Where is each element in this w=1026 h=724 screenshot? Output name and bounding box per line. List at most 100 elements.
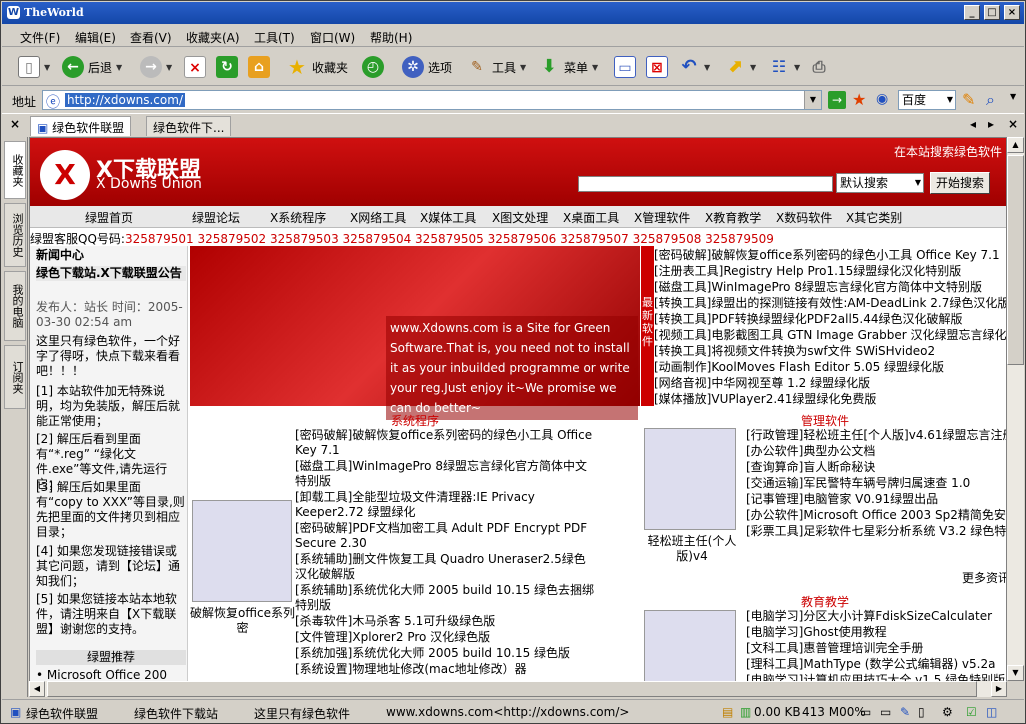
maximize-button[interactable]: □ [984, 5, 1000, 20]
list-item[interactable]: [行政管理]轻松班主任[个人版]v4.61绿盟忘言注册从 [746, 428, 1006, 443]
nav-desktop[interactable]: X桌面工具 [563, 209, 619, 226]
popup-icon[interactable]: ▭ [860, 705, 871, 719]
forward-button[interactable]: → ▼ [140, 53, 172, 81]
site-logo[interactable]: X [40, 150, 90, 200]
window-icon[interactable]: ▭ [880, 705, 891, 719]
list-item[interactable]: [密码破解]破解恢复office系列密码的绿色小工具 Office Key 7.… [654, 246, 1006, 262]
options-button[interactable]: ✲ 选项 [402, 53, 452, 81]
star-icon[interactable]: ★ [852, 90, 866, 109]
pen-icon[interactable]: ✎ [900, 705, 910, 719]
site-search-select[interactable]: 默认搜索 ▼ [836, 173, 924, 193]
scroll-left-icon[interactable]: ◀ [29, 681, 45, 697]
checkbox-icon[interactable]: ☑ [966, 705, 977, 719]
news-title[interactable]: 绿色下载站.X下载联盟公告 [36, 266, 186, 281]
menu-window[interactable]: 窗口(W) [310, 29, 355, 46]
go-icon[interactable]: → [828, 91, 846, 109]
menu-button[interactable]: ⬇ 菜单 ▼ [538, 53, 598, 81]
list-item[interactable]: [网络音视]中华网视至尊 1.2 绿盟绿化版 [654, 374, 1006, 390]
nav-media[interactable]: X媒体工具 [420, 209, 476, 226]
nav-forum[interactable]: 绿盟论坛 [192, 209, 240, 226]
address-dropdown[interactable]: ▼ [804, 91, 821, 109]
section-title-management[interactable]: 管理软件 [642, 412, 1006, 429]
list-item[interactable]: [密码破解]破解恢复office系列密码的绿色小工具 Office Key 7.… [295, 428, 595, 458]
tools-button[interactable]: ✎ 工具 ▼ [466, 53, 526, 81]
scroll-up-icon[interactable]: ▲ [1007, 137, 1024, 153]
network-icon[interactable]: ◫ [986, 705, 997, 719]
minimize-button[interactable]: _ [964, 5, 980, 20]
horizontal-scrollbar[interactable]: ◀ ▶ [29, 681, 1007, 697]
proxy-button[interactable]: ⬈ ▼ [724, 53, 756, 81]
list-item[interactable]: [注册表工具]Registry Help Pro1.15绿盟绿化汉化特别版 [654, 262, 1006, 278]
users-button[interactable]: ☷ ▼ [768, 53, 800, 81]
menu-edit[interactable]: 编辑(E) [75, 29, 116, 46]
home-button[interactable]: ⌂ [248, 53, 270, 81]
thumb-caption[interactable]: 破解恢复office系列密 [190, 606, 295, 636]
tab-green-software-download[interactable]: 绿色软件下... [146, 116, 232, 136]
list-item[interactable]: [杀毒软件]木马杀客 5.1可升级绿色版 [295, 614, 595, 629]
site-search-input[interactable] [578, 176, 833, 192]
sidebar-tab-history[interactable]: 浏览历史 [4, 203, 26, 267]
list-item[interactable]: [转换工具]PDF转换绿盟绿化PDF2all5.44绿色汉化破解版 [654, 310, 1006, 326]
nav-graphics[interactable]: X图文处理 [492, 209, 548, 226]
chevron-down-icon[interactable]: ▼ [1010, 92, 1016, 101]
close-sidebar-icon[interactable]: × [10, 117, 20, 131]
nav-management[interactable]: X管理软件 [634, 209, 690, 226]
window-layout-button[interactable]: ▭ [614, 53, 636, 81]
search-engine-select[interactable]: 百度 ▼ [898, 90, 956, 110]
stop-button[interactable]: × [184, 53, 206, 81]
address-url[interactable]: http://xdowns.com/ [65, 93, 185, 107]
list-item[interactable]: [文件管理]Xplorer2 Pro 汉化绿色版 [295, 630, 595, 645]
tab-scroll-left-icon[interactable]: ◂ [970, 117, 976, 131]
section-title-system[interactable]: 系统程序 [190, 412, 640, 429]
menu-view[interactable]: 查看(V) [130, 29, 172, 46]
list-item[interactable]: [记事管理]电脑管家 V0.91绿盟出品 [746, 492, 1006, 507]
list-item[interactable]: [办公软件]Microsoft Office 2003 Sp2精简免安装绿色版 [746, 508, 1006, 523]
list-item[interactable]: [办公软件]典型办公文档 [746, 444, 1006, 459]
status-tab[interactable]: 绿色软件联盟 [26, 705, 98, 722]
tab-scroll-right-icon[interactable]: ▸ [988, 117, 994, 131]
tab-green-software-union[interactable]: ▣ 绿色软件联盟 [30, 116, 132, 136]
menu-help[interactable]: 帮助(H) [370, 29, 412, 46]
status-tab[interactable]: 绿色软件下载站 [134, 705, 218, 722]
status-tab[interactable]: 这里只有绿色软件 [254, 705, 350, 722]
list-item[interactable]: [系统辅助]删文件恢复工具 Quadro Uneraser2.5绿色汉化破解版 [295, 552, 595, 582]
close-tab-icon[interactable]: × [1008, 117, 1018, 131]
back-button[interactable]: ← 后退 ▼ [62, 53, 122, 81]
software-screenshot[interactable] [644, 428, 736, 530]
address-input[interactable]: ⓔ http://xdowns.com/ ▼ [42, 90, 822, 111]
undo-close-button[interactable]: ↶ ▼ [678, 53, 710, 81]
list-item[interactable]: [密码破解]PDF文档加密工具 Adult PDF Encrypt PDF Se… [295, 521, 595, 551]
scroll-down-icon[interactable]: ▼ [1007, 665, 1024, 681]
list-item[interactable]: [彩票工具]足彩软件七星彩分析系统 V3.2 绿色特别版 [746, 524, 1006, 539]
print-button[interactable]: ⎙ [808, 53, 830, 81]
list-item[interactable]: [媒体播放]VUPlayer2.41绿盟绿化免费版 [654, 390, 1006, 406]
scroll-thumb[interactable] [47, 681, 977, 697]
highlight-icon[interactable]: ✎ [962, 90, 975, 109]
nav-system[interactable]: X系统程序 [270, 209, 326, 226]
favorites-button[interactable]: ★ 收藏夹 [286, 53, 348, 81]
list-item[interactable]: [交通运输]军民警特车辆号牌归属速查 1.0 [746, 476, 1006, 491]
scroll-right-icon[interactable]: ▶ [991, 681, 1007, 697]
refresh-button[interactable]: ↻ [216, 53, 238, 81]
list-item[interactable]: [转换工具]绿盟出的探测链接有效性:AM-DeadLink 2.7绿色汉化版 [654, 294, 1006, 310]
vertical-scrollbar[interactable]: ▲ ▼ [1007, 137, 1024, 681]
list-item[interactable]: [电脑学习]Ghost使用教程 [746, 625, 1006, 640]
close-page-button[interactable]: ⊠ [646, 53, 668, 81]
sidebar-tab-subscriptions[interactable]: 订阅夹 [4, 345, 26, 409]
site-search-button[interactable]: 开始搜索 [930, 172, 990, 194]
menu-tools[interactable]: 工具(T) [254, 29, 295, 46]
list-item[interactable]: [文科工具]惠普管理培训完全手册 [746, 641, 1006, 656]
sidebar-tab-my-computer[interactable]: 我的电脑 [4, 271, 26, 341]
list-item[interactable]: [电脑学习]分区大小计算FdiskSizeCalculater [746, 609, 1006, 624]
list-item[interactable]: [理科工具]MathType (数学公式编辑器) v5.2a [746, 657, 1006, 672]
list-item[interactable]: [系统加强]系统优化大师 2005 build 10.15 绿色版 [295, 646, 595, 661]
nav-other[interactable]: X其它类别 [846, 209, 902, 226]
mute-icon[interactable]: ▯ [918, 705, 925, 719]
menu-file[interactable]: 文件(F) [20, 29, 60, 46]
list-item[interactable]: [转换工具]将视频文件转换为swf文件 SWiSHvideo2 [654, 342, 1006, 358]
list-item[interactable]: [系统辅助]系统优化大师 2005 build 10.15 绿色去捆绑特别版 [295, 583, 595, 613]
new-page-button[interactable]: ▯ ▼ [18, 53, 50, 81]
software-screenshot[interactable] [192, 500, 292, 602]
search-icon[interactable]: ⌕ [986, 90, 995, 110]
menu-favorites[interactable]: 收藏夹(A) [186, 29, 240, 46]
